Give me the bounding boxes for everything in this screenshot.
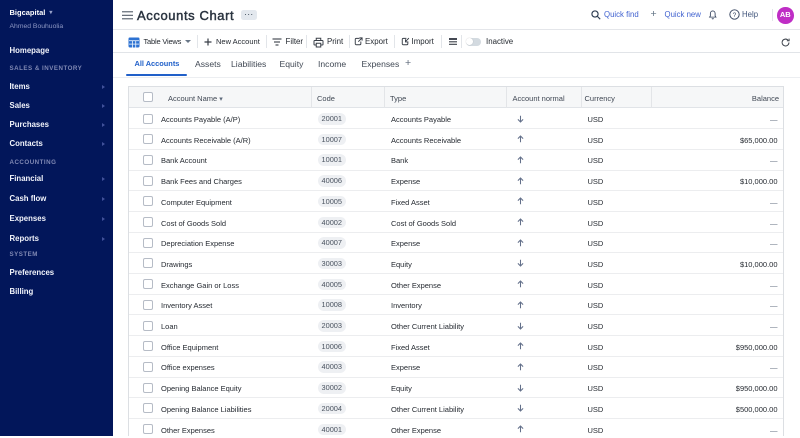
- svg-text:?: ?: [732, 12, 736, 19]
